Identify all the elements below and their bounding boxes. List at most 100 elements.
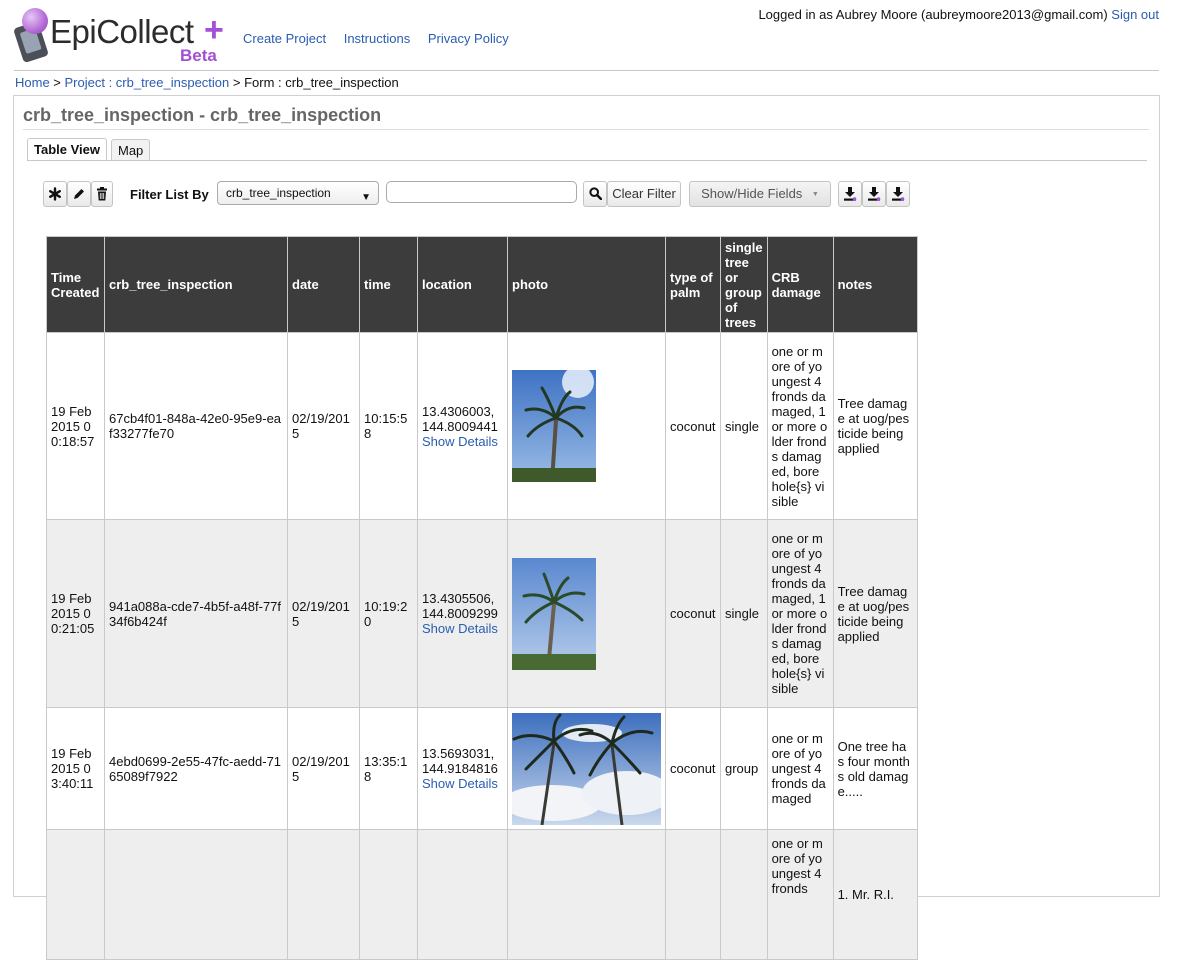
breadcrumb: Home > Project : crb_tree_inspection > F… bbox=[15, 75, 399, 90]
notes-cell: Tree damage at uog/pesticide being appli… bbox=[832, 519, 918, 708]
form-panel: crb_tree_inspection - crb_tree_inspectio… bbox=[13, 95, 1160, 960]
filter-input[interactable] bbox=[386, 181, 577, 203]
show-details-link[interactable]: Show Details bbox=[422, 776, 498, 791]
notes-cell: Tree damage at uog/pesticide being appli… bbox=[832, 332, 918, 520]
palm-photo[interactable] bbox=[512, 370, 596, 482]
group-cell: single bbox=[720, 519, 768, 708]
trash-icon bbox=[97, 187, 107, 201]
logo-beta: Beta bbox=[180, 46, 217, 65]
crb-damage-cell: one or more of youngest 4 fronds damaged… bbox=[766, 332, 834, 520]
crb-damage-cell: one or more of youngest 4 fronds bbox=[766, 829, 834, 960]
download-icon bbox=[844, 187, 857, 201]
palm-type-cell: coconut bbox=[665, 707, 721, 830]
photo-cell bbox=[507, 707, 666, 830]
table-row[interactable]: one or more of youngest 4 fronds 1. Mr. … bbox=[46, 829, 918, 960]
location-text: 13.5693031, 144.9184816 bbox=[422, 746, 498, 776]
tab-table-view[interactable]: Table View bbox=[27, 138, 107, 161]
filter-label: Filter List By bbox=[130, 187, 209, 202]
download-button[interactable] bbox=[886, 181, 910, 207]
delete-button[interactable] bbox=[91, 181, 113, 207]
column-header[interactable]: single tree or group of trees bbox=[720, 236, 768, 333]
tab-map[interactable]: Map bbox=[111, 139, 151, 160]
search-button[interactable] bbox=[583, 181, 607, 207]
column-header[interactable]: location bbox=[417, 236, 508, 333]
column-header[interactable]: notes bbox=[832, 236, 918, 333]
epicollect-logo[interactable]: EpiCollect + Beta bbox=[13, 8, 231, 66]
header-divider bbox=[14, 70, 1159, 71]
show-details-link[interactable]: Show Details bbox=[422, 434, 498, 449]
breadcrumb-separator: > bbox=[49, 75, 65, 90]
breadcrumb-home[interactable]: Home bbox=[15, 75, 50, 90]
column-header[interactable]: crb_tree_inspection bbox=[104, 236, 288, 333]
photo-cell bbox=[507, 519, 666, 708]
column-header[interactable]: type of palm bbox=[665, 236, 721, 333]
column-header[interactable]: Time Created bbox=[46, 236, 105, 333]
show-hide-fields-label: Show/Hide Fields bbox=[701, 186, 803, 201]
table-row[interactable]: 19 Feb 2015 00:18:57 67cb4f01-848a-42e0-… bbox=[46, 332, 918, 520]
nav-instructions[interactable]: Instructions bbox=[344, 31, 410, 46]
time-created-cell: 19 Feb 2015 00:21:05 bbox=[46, 519, 105, 708]
date-cell: 02/19/2015 bbox=[287, 332, 360, 520]
time-cell: 10:19:20 bbox=[359, 519, 418, 708]
photo-cell bbox=[507, 332, 666, 520]
logo-text: EpiCollect bbox=[50, 13, 194, 50]
show-details-link[interactable]: Show Details bbox=[422, 621, 498, 636]
new-entry-button[interactable] bbox=[43, 181, 67, 207]
title-divider bbox=[23, 129, 1149, 130]
entries-table-wrapper: Time Created crb_tree_inspection date ti… bbox=[46, 236, 918, 960]
column-header[interactable]: time bbox=[359, 236, 418, 333]
entries-table: Time Created crb_tree_inspection date ti… bbox=[46, 236, 918, 960]
login-status: Logged in as Aubrey Moore (aubreymoore20… bbox=[758, 7, 1159, 22]
page-header: EpiCollect + Beta Create Project Instruc… bbox=[0, 0, 1183, 70]
time-created-cell: 19 Feb 2015 03:40:11 bbox=[46, 707, 105, 830]
breadcrumb-form: Form : crb_tree_inspection bbox=[244, 75, 399, 90]
filter-field-value: crb_tree_inspection bbox=[226, 186, 331, 200]
asterisk-icon bbox=[49, 187, 62, 201]
date-cell bbox=[287, 829, 360, 960]
location-text: 13.4306003, 144.8009441 bbox=[422, 403, 498, 434]
logo-plus: + bbox=[204, 11, 224, 49]
notes-cell: One tree has four months old damage..... bbox=[832, 707, 918, 830]
id-cell: 4ebd0699-2e55-47fc-aedd-7165089f7922 bbox=[104, 707, 288, 830]
filter-field-select[interactable]: crb_tree_inspection ▼ bbox=[217, 181, 379, 205]
table-header-row: Time Created crb_tree_inspection date ti… bbox=[46, 236, 918, 333]
id-cell: 941a088a-cde7-4b5f-a48f-77f34f6b424f bbox=[104, 519, 288, 708]
login-text: Logged in as Aubrey Moore (aubreymoore20… bbox=[758, 7, 1108, 22]
nav-create-project[interactable]: Create Project bbox=[243, 31, 326, 46]
column-header[interactable]: CRB damage bbox=[766, 236, 834, 333]
view-tabs: Table View Map bbox=[27, 138, 154, 161]
edit-button[interactable] bbox=[67, 181, 91, 207]
crb-damage-cell: one or more of youngest 4 fronds damaged… bbox=[766, 519, 834, 708]
date-cell: 02/19/2015 bbox=[287, 519, 360, 708]
location-text: 13.4305506, 144.8009299 bbox=[422, 591, 498, 621]
palm-type-cell bbox=[665, 829, 721, 960]
photo-cell bbox=[507, 829, 666, 960]
palm-photo[interactable] bbox=[512, 712, 661, 825]
table-row[interactable]: 19 Feb 2015 03:40:11 4ebd0699-2e55-47fc-… bbox=[46, 707, 918, 830]
location-cell: 13.4305506, 144.8009299 Show Details bbox=[417, 519, 508, 708]
chevron-down-icon: ▼ bbox=[811, 190, 819, 198]
download-button[interactable] bbox=[838, 181, 862, 207]
sign-out-link[interactable]: Sign out bbox=[1111, 7, 1159, 22]
palm-type-cell: coconut bbox=[665, 332, 721, 520]
time-created-cell: 19 Feb 2015 00:18:57 bbox=[46, 332, 105, 520]
nav-privacy-policy[interactable]: Privacy Policy bbox=[428, 31, 509, 46]
download-icon bbox=[868, 187, 881, 201]
group-cell: single bbox=[720, 332, 768, 520]
crb-damage-cell: one or more of youngest 4 fronds damaged bbox=[766, 707, 834, 830]
table-row[interactable]: 19 Feb 2015 00:21:05 941a088a-cde7-4b5f-… bbox=[46, 519, 918, 708]
column-header[interactable]: photo bbox=[507, 236, 666, 333]
time-cell: 10:15:58 bbox=[359, 332, 418, 520]
location-cell bbox=[417, 829, 508, 960]
chevron-down-icon: ▼ bbox=[361, 192, 371, 203]
show-hide-fields-button[interactable]: Show/Hide Fields ▼ bbox=[689, 181, 831, 207]
breadcrumb-project[interactable]: Project : crb_tree_inspection bbox=[65, 75, 230, 90]
clear-filter-button[interactable]: Clear Filter bbox=[607, 181, 681, 207]
column-header[interactable]: date bbox=[287, 236, 360, 333]
palm-photo[interactable] bbox=[512, 557, 596, 670]
time-cell: 13:35:18 bbox=[359, 707, 418, 830]
page-title: crb_tree_inspection - crb_tree_inspectio… bbox=[23, 105, 382, 125]
download-button[interactable] bbox=[862, 181, 886, 207]
breadcrumb-separator: > bbox=[229, 75, 245, 90]
location-cell: 13.4306003, 144.8009441 Show Details bbox=[417, 332, 508, 520]
